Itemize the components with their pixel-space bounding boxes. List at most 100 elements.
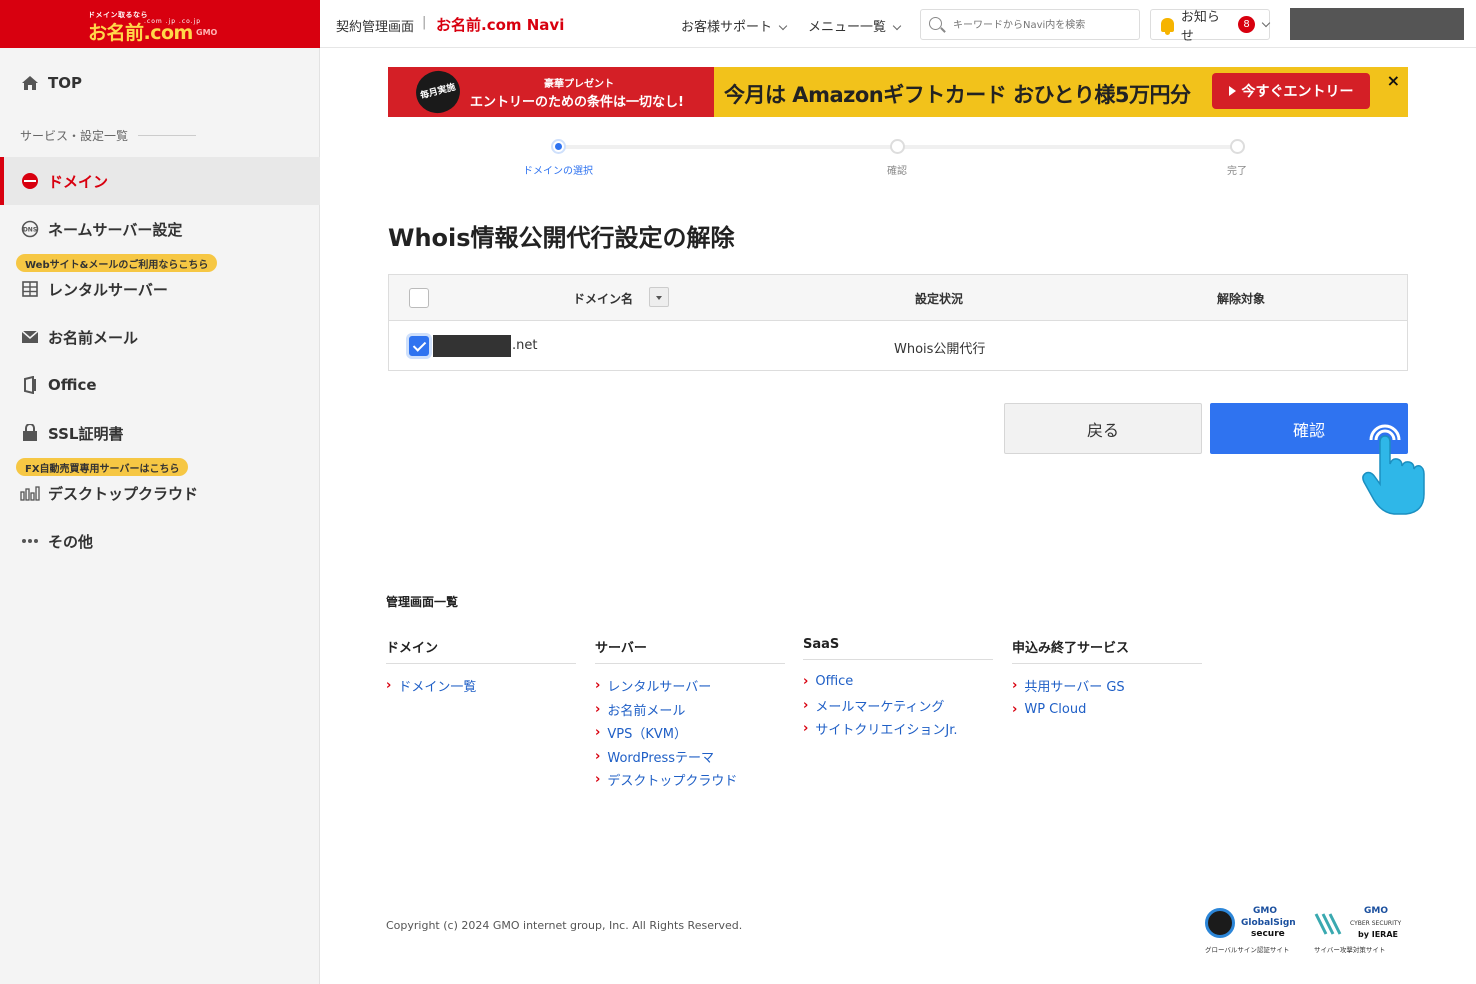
column-header-status: 設定状況 <box>915 292 964 306</box>
search-box <box>920 9 1140 40</box>
notice-label: お知らせ <box>1180 9 1220 44</box>
sidebar-item-label: TOP <box>48 74 82 92</box>
footer-link[interactable]: Office <box>803 670 993 694</box>
sidebar-item-office[interactable]: Office <box>0 361 320 409</box>
step-label-confirm: 確認 <box>887 166 907 177</box>
sidebar-item-domain[interactable]: ドメイン <box>0 157 320 205</box>
seal2-by: by IERAE <box>1358 930 1398 939</box>
page-title: Whois情報公開代行設定の解除 <box>388 224 735 252</box>
footer-column-saas: SaaS Office メールマーケティング サイトクリエイションJr. <box>803 637 993 741</box>
sort-dropdown-button[interactable] <box>649 287 669 307</box>
globalsign-seal[interactable]: GMO GlobalSign secure グローバルサイン認証サイト <box>1205 906 1301 956</box>
logo-sub: .com .jp .co.jp <box>144 18 202 25</box>
close-icon[interactable]: × <box>1387 71 1400 90</box>
banner-entry-button[interactable]: 今すぐエントリー <box>1212 73 1370 109</box>
chart-icon <box>20 483 40 503</box>
footer-link[interactable]: デスクトップクラウド <box>595 768 785 792</box>
footer-link[interactable]: VPS（KVM） <box>595 721 785 745</box>
header-separator: | <box>422 15 427 30</box>
office-icon <box>20 375 40 395</box>
footer-title: 管理画面一覧 <box>386 595 459 609</box>
select-all-checkbox[interactable] <box>409 288 429 308</box>
footer-link[interactable]: メールマーケティング <box>803 694 993 718</box>
notice-button[interactable]: お知らせ 8 <box>1150 9 1271 44</box>
globalsign-icon <box>1205 908 1235 938</box>
sidebar-item-other[interactable]: その他 <box>0 517 320 565</box>
step-label-select: ドメインの選択 <box>523 166 593 177</box>
banner-sub2: エントリーのための条件は一切なし! <box>470 95 684 110</box>
seal2-brand: GMO <box>1364 906 1388 916</box>
footer-column-server: サーバー レンタルサーバー お名前メール VPS（KVM） WordPressテ… <box>595 637 785 792</box>
sidebar-item-label: レンタルサーバー <box>48 280 168 299</box>
chevron-down-icon <box>1261 18 1271 27</box>
footer-link[interactable]: サイトクリエイションJr. <box>803 717 993 741</box>
search-input[interactable] <box>953 15 1133 35</box>
user-account-redacted[interactable] <box>1290 8 1464 40</box>
seal1-secure: secure <box>1251 929 1285 939</box>
support-menu[interactable]: お客様サポート <box>681 16 788 35</box>
seal2-name: CYBER SECURITY <box>1350 920 1402 927</box>
home-icon <box>20 73 40 93</box>
play-icon <box>1228 86 1236 96</box>
row-checkbox[interactable] <box>409 336 429 356</box>
logo[interactable]: ドメイン取るなら お名前.com .com .jp .co.jp GMO <box>0 0 320 48</box>
support-menu-label: お客様サポート <box>681 20 773 35</box>
status-value: Whois公開代行 <box>894 342 986 357</box>
footer-link[interactable]: WordPressテーマ <box>595 745 785 769</box>
footer-link[interactable]: レンタルサーバー <box>595 674 785 698</box>
sidebar-item-label: Office <box>48 376 97 394</box>
sidebar-item-desktop-cloud[interactable]: デスクトップクラウド <box>0 469 320 517</box>
column-header-domain: ドメイン名 <box>573 292 634 306</box>
header-title[interactable]: 契約管理画面 <box>336 16 414 35</box>
sidebar-item-ssl[interactable]: SSL証明書 <box>0 409 320 457</box>
sidebar-section-label: サービス・設定一覧 <box>20 127 197 144</box>
pointer-hand-icon <box>1362 424 1425 515</box>
chevron-down-icon <box>778 21 788 31</box>
sidebar-item-label: その他 <box>48 532 94 551</box>
campaign-banner[interactable]: 毎月実施 豪華プレゼント エントリーのための条件は一切なし! 今月は Amazo… <box>388 67 1408 117</box>
seal2-caption: サイバー攻撃対策サイト <box>1314 946 1386 954</box>
footer-link[interactable]: WP Cloud <box>1012 698 1202 722</box>
column-header-target: 解除対象 <box>1217 292 1266 306</box>
step-label-complete: 完了 <box>1227 166 1247 177</box>
footer-link[interactable]: ドメイン一覧 <box>386 674 576 698</box>
sidebar-item-label: ネームサーバー設定 <box>48 220 183 239</box>
seal1-brand: GMO <box>1253 906 1277 916</box>
menu-list-label: メニュー一覧 <box>808 20 887 35</box>
ierae-icon <box>1314 913 1342 935</box>
sidebar-item-label: SSL証明書 <box>48 424 124 443</box>
sidebar-item-label: お名前メール <box>48 328 139 347</box>
banner-main-text: 今月は Amazonギフトカード おひとり様5万円分 <box>724 83 1191 107</box>
sidebar-item-top[interactable]: TOP <box>0 59 320 107</box>
footer-link[interactable]: 共用サーバー GS <box>1012 674 1202 698</box>
step-dot-complete <box>1230 139 1245 154</box>
top-header: 契約管理画面 | お名前.com Navi お客様サポート メニュー一覧 お知ら… <box>320 0 1476 48</box>
notice-count-badge: 8 <box>1238 16 1256 33</box>
footer-column-heading: 申込み終了サービス <box>1012 637 1202 664</box>
header-navi-title[interactable]: お名前.com Navi <box>436 14 564 35</box>
sidebar-item-label: デスクトップクラウド <box>48 484 199 503</box>
domain-table: ドメイン名 設定状況 解除対象 .net Whois公開代行 <box>388 274 1408 371</box>
cyber-security-seal[interactable]: GMO CYBER SECURITY by IERAE サイバー攻撃対策サイト <box>1312 906 1408 956</box>
seal1-caption: グローバルサイン認証サイト <box>1205 946 1290 954</box>
dotcom-icon <box>20 171 40 191</box>
copyright: Copyright (c) 2024 GMO internet group, I… <box>386 919 743 932</box>
sidebar-item-mail[interactable]: お名前メール <box>0 313 320 361</box>
seal1-name: GlobalSign <box>1241 918 1296 928</box>
domain-suffix: .net <box>512 338 538 353</box>
step-dot-select <box>551 139 566 154</box>
footer-link[interactable]: お名前メール <box>595 698 785 722</box>
search-icon[interactable] <box>929 17 942 30</box>
back-button[interactable]: 戻る <box>1004 403 1202 454</box>
step-dot-confirm <box>890 139 905 154</box>
banner-sub1: 豪華プレゼント <box>544 79 614 90</box>
section-label-text: サービス・設定一覧 <box>20 129 129 143</box>
table-header: ドメイン名 設定状況 解除対象 <box>389 275 1407 321</box>
footer-column-heading: ドメイン <box>386 637 576 664</box>
sidebar-item-rental-server[interactable]: レンタルサーバー <box>0 265 320 313</box>
dns-icon: DNS <box>20 219 40 239</box>
chevron-down-icon <box>892 21 902 31</box>
divider <box>138 135 197 136</box>
sidebar-item-nameserver[interactable]: DNS ネームサーバー設定 <box>0 205 320 253</box>
menu-list[interactable]: メニュー一覧 <box>808 16 902 35</box>
